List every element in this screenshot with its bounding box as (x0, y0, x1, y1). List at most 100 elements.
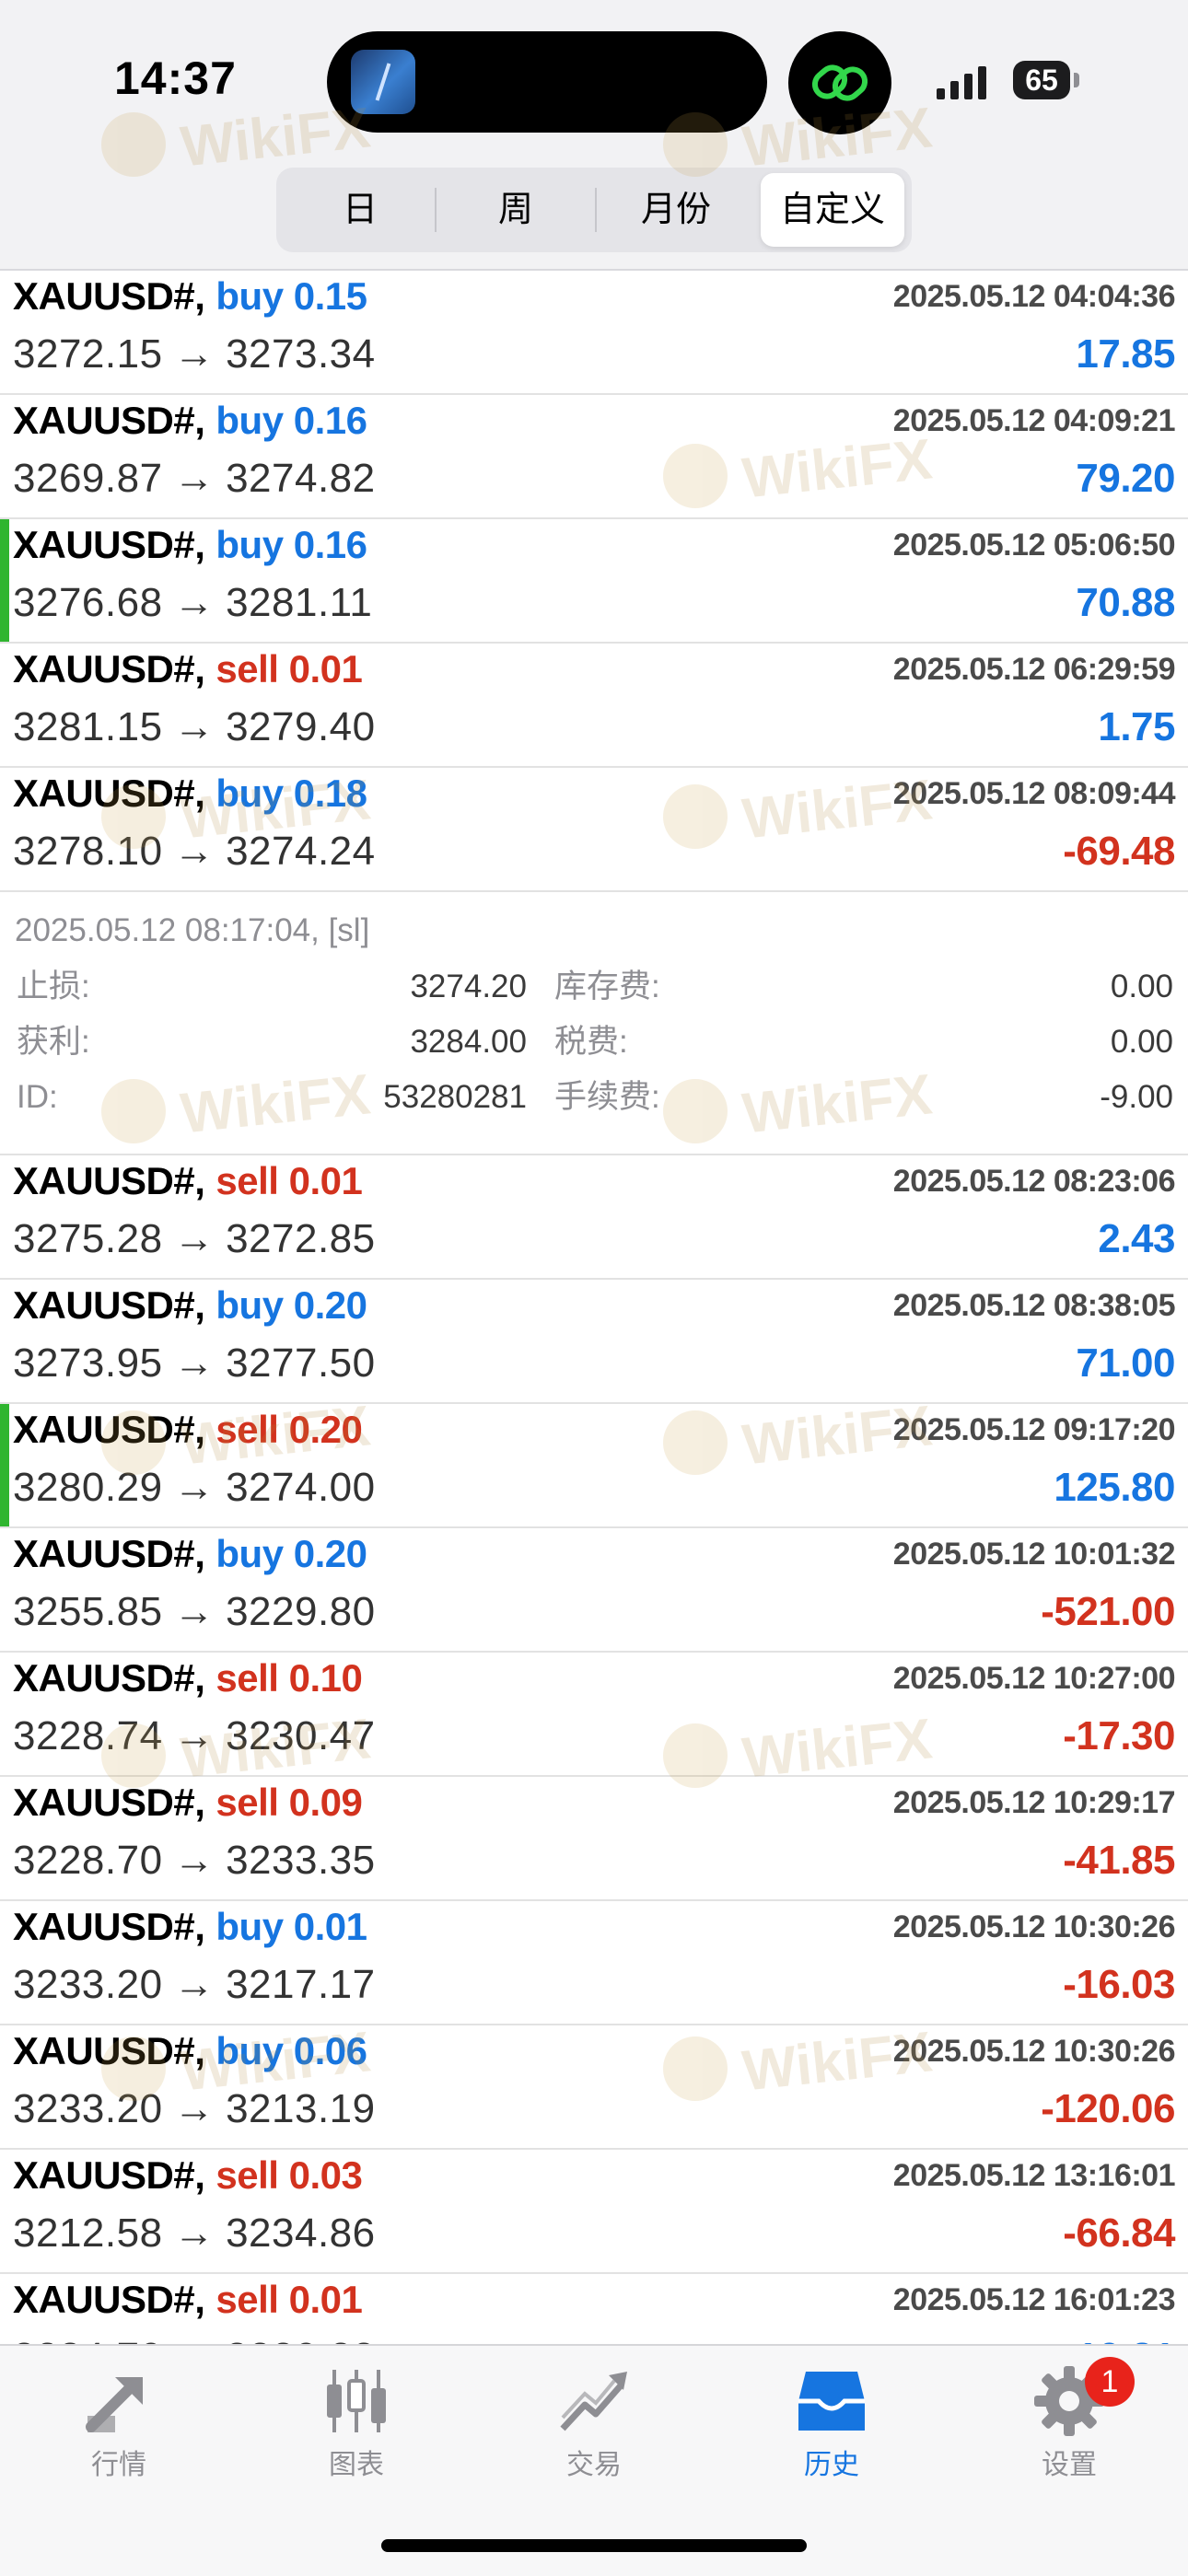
link-icon[interactable] (788, 31, 891, 134)
tab-day[interactable]: 日 (284, 173, 437, 247)
trade-profit: -120.06 (1041, 2086, 1175, 2131)
trade-row[interactable]: XAUUSD#, buy 0.06 2025.05.12 10:30:26 3233.… (0, 2025, 1188, 2150)
battery-level: 65 (1025, 64, 1058, 97)
top-header: 14:37 65 日 周 月份 自定义 (0, 0, 1188, 271)
trade-icon (560, 2372, 627, 2431)
trade-prices: 3233.20 → 3213.19 (13, 2079, 376, 2140)
trade-history-list[interactable]: XAUUSD#, buy 0.15 2025.05.12 04:04:36 3272.… (0, 271, 1188, 2344)
trade-side: sell 0.10 (215, 1656, 362, 1700)
trade-row[interactable]: XAUUSD#, sell 0.03 2025.05.12 13:16:01 3212… (0, 2150, 1188, 2274)
close-price: 3274.24 (226, 829, 376, 874)
order-id-value: 53280281 (383, 1079, 527, 1115)
trade-row[interactable]: XAUUSD#, buy 0.16 2025.05.12 05:06:50 3276.… (0, 519, 1188, 644)
trade-time: 2025.05.12 09:17:20 (892, 1412, 1176, 1447)
tab-trade[interactable]: 交易 (475, 2346, 713, 2484)
tab-settings[interactable]: 设置 (950, 2346, 1188, 2484)
trade-prices: 3278.10 → 3274.24 (13, 821, 376, 882)
trade-row[interactable]: XAUUSD#, buy 0.15 2025.05.12 04:04:36 3272.… (0, 271, 1188, 395)
trade-side: buy 0.06 (215, 2029, 367, 2072)
status-time: 14:37 (114, 52, 237, 104)
take-profit-label: 获利: (17, 1024, 90, 1060)
close-price: 3273.34 (226, 331, 376, 377)
trade-side: buy 0.15 (215, 274, 367, 318)
volume-label: 0.15 (293, 274, 367, 318)
trade-row[interactable]: XAUUSD#, sell 0.20 2025.05.12 09:17:20 3280… (0, 1404, 1188, 1528)
trade-symbol: XAUUSD#, sell 0.09 (13, 1777, 363, 1828)
side-label: sell (215, 647, 279, 690)
trade-side: buy 0.16 (215, 523, 367, 566)
trade-prices: 3281.15 → 3279.40 (13, 697, 376, 758)
stop-loss-value: 3274.20 (410, 969, 527, 1004)
symbol-label: XAUUSD#, (13, 647, 205, 690)
trade-profit: 2.43 (1098, 1216, 1175, 1261)
trade-profit: -66.84 (1063, 2210, 1175, 2256)
trade-side: buy 0.20 (215, 1283, 367, 1327)
trade-row[interactable]: XAUUSD#, sell 0.09 2025.05.12 10:29:17 3228… (0, 1777, 1188, 1901)
symbol-label: XAUUSD#, (13, 2153, 205, 2197)
tab-chart-label: 图表 (329, 2450, 384, 2480)
trade-row[interactable]: XAUUSD#, sell 0.01 2025.05.12 06:29:59 3281… (0, 644, 1188, 768)
close-price: 3217.17 (226, 1962, 376, 2007)
trade-row[interactable]: XAUUSD#, buy 0.20 2025.05.12 10:01:32 3255.… (0, 1528, 1188, 1653)
volume-label: 0.01 (288, 2278, 363, 2321)
trade-symbol: XAUUSD#, sell 0.20 (13, 1404, 363, 1456)
side-label: sell (215, 2278, 279, 2321)
volume-label: 0.06 (293, 2029, 367, 2072)
tab-history[interactable]: 历史 (713, 2346, 950, 2484)
trade-side: sell 0.01 (215, 1159, 362, 1202)
volume-label: 0.20 (293, 1532, 367, 1575)
tab-week[interactable]: 周 (437, 173, 595, 247)
arrow-icon: → (173, 704, 215, 749)
stop-loss-label: 止损: (17, 969, 90, 1004)
side-label: sell (215, 1781, 279, 1824)
close-price: 3234.86 (226, 2210, 376, 2256)
open-price: 3276.68 (13, 580, 163, 625)
trade-row[interactable]: XAUUSD#, sell 0.10 2025.05.12 10:27:00 3228… (0, 1653, 1188, 1777)
trade-prices: 3275.28 → 3272.85 (13, 1209, 376, 1270)
tab-settings-label: 设置 (1042, 2450, 1097, 2480)
trade-row[interactable]: XAUUSD#, buy 0.18 2025.05.12 08:09:44 3278.… (0, 768, 1188, 892)
trade-profit: -69.48 (1063, 829, 1175, 874)
trade-row[interactable]: XAUUSD#, buy 0.01 2025.05.12 10:30:26 3233.… (0, 1901, 1188, 2025)
symbol-label: XAUUSD#, (13, 772, 205, 815)
battery-icon: 65 (1013, 61, 1070, 99)
volume-label: 0.09 (288, 1781, 363, 1824)
arrow-icon: → (173, 1465, 215, 1510)
trade-symbol: XAUUSD#, buy 0.16 (13, 395, 367, 447)
open-price: 3234.70 (13, 2335, 163, 2344)
trade-symbol: XAUUSD#, sell 0.01 (13, 1155, 363, 1207)
trade-row[interactable]: XAUUSD#, sell 0.01 2025.05.12 08:23:06 3275… (0, 1155, 1188, 1280)
trade-profit: -41.85 (1063, 1838, 1175, 1883)
symbol-label: XAUUSD#, (13, 1905, 205, 1948)
close-price: 3274.82 (226, 456, 376, 501)
trade-symbol: XAUUSD#, sell 0.01 (13, 2274, 363, 2326)
tab-history-label: 历史 (804, 2450, 859, 2480)
side-label: buy (215, 2029, 284, 2072)
tab-chart[interactable]: 图表 (238, 2346, 475, 2484)
taxes-value: 0.00 (1110, 1024, 1173, 1060)
tab-quotes-label: 行情 (91, 2450, 146, 2480)
detail-close-time: 2025.05.12 08:17:04, [sl] (15, 912, 370, 948)
trade-side: buy 0.18 (215, 772, 367, 815)
trade-time: 2025.05.12 08:38:05 (892, 1288, 1176, 1323)
symbol-label: XAUUSD#, (13, 1532, 205, 1575)
trade-row[interactable]: XAUUSD#, buy 0.20 2025.05.12 08:38:05 3273.… (0, 1280, 1188, 1404)
tab-custom[interactable]: 自定义 (761, 173, 904, 247)
symbol-label: XAUUSD#, (13, 274, 205, 318)
trade-time: 2025.05.12 16:01:23 (892, 2282, 1176, 2317)
tab-quotes[interactable]: 行情 (0, 2346, 238, 2484)
trade-profit: 125.80 (1054, 1465, 1175, 1510)
close-price: 3230.47 (226, 1713, 376, 1758)
trade-prices: 3234.70 → 3220.22 (13, 2327, 376, 2344)
trade-row[interactable]: XAUUSD#, buy 0.16 2025.05.12 04:09:21 3269.… (0, 395, 1188, 519)
home-indicator[interactable] (381, 2539, 807, 2552)
trade-side: buy 0.16 (215, 399, 367, 442)
tab-month[interactable]: 月份 (597, 173, 755, 247)
symbol-label: XAUUSD#, (13, 1283, 205, 1327)
trade-prices: 3212.58 → 3234.86 (13, 2203, 376, 2264)
trade-row[interactable]: XAUUSD#,sell 0.01 2025.05.12 16:01:23 3234… (0, 2274, 1188, 2344)
trade-time: 2025.05.12 08:09:44 (892, 776, 1176, 811)
dynamic-island (327, 31, 767, 133)
trade-prices: 3233.20 → 3217.17 (13, 1955, 376, 2015)
arrow-icon: → (173, 1589, 215, 1634)
